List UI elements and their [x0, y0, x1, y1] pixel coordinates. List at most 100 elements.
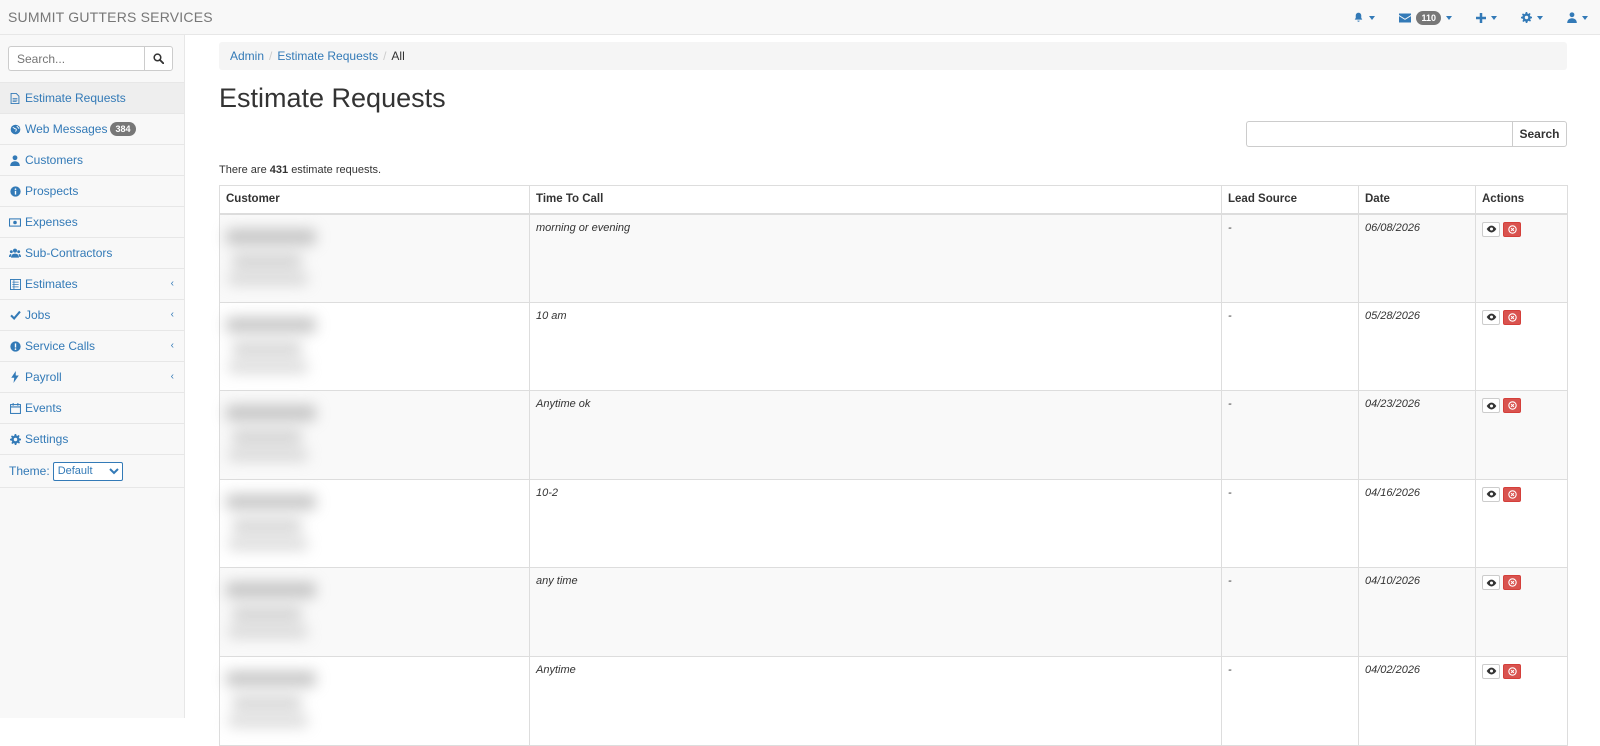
- table-search-input[interactable]: [1246, 121, 1512, 147]
- column-header-lead-source: Lead Source: [1221, 185, 1359, 215]
- settings-dropdown[interactable]: [1509, 0, 1555, 35]
- theme-selector-row: Theme: Default: [0, 455, 184, 488]
- time-to-call-cell: morning or evening: [529, 213, 1222, 303]
- lead-source-cell: -: [1221, 655, 1359, 746]
- sidebar-search-button[interactable]: [144, 46, 173, 71]
- date-cell: 04/23/2026: [1358, 390, 1476, 480]
- view-button[interactable]: [1482, 663, 1500, 679]
- sidebar-search: [8, 46, 173, 71]
- delete-button[interactable]: [1503, 486, 1521, 502]
- search-button[interactable]: Search: [1512, 121, 1567, 147]
- breadcrumb-current: All: [391, 49, 405, 63]
- time-to-call-cell: any time: [529, 567, 1222, 657]
- delete-button[interactable]: [1503, 575, 1521, 591]
- redacted-customer-info: [226, 228, 326, 285]
- breadcrumb-separator: /: [269, 49, 273, 63]
- sidebar-item-label: Customers: [25, 153, 84, 167]
- table-row: 10-2 - 04/16/2026: [219, 478, 1568, 569]
- messages-dropdown[interactable]: 110: [1387, 0, 1464, 35]
- list-icon: [9, 278, 21, 290]
- sidebar-item-settings[interactable]: Settings: [0, 424, 184, 455]
- sidebar-item-label: Expenses: [25, 215, 78, 229]
- view-button[interactable]: [1482, 575, 1500, 591]
- brand-title[interactable]: SUMMIT GUTTERS SERVICES: [8, 9, 213, 25]
- date-cell: 04/10/2026: [1358, 567, 1476, 657]
- messages-count-badge: 110: [1416, 10, 1441, 25]
- money-icon: [9, 216, 21, 228]
- sidebar-item-service-calls[interactable]: Service Calls ‹: [0, 331, 184, 362]
- sidebar-item-customers[interactable]: Customers: [0, 145, 184, 176]
- lead-source-cell: -: [1221, 478, 1359, 569]
- theme-select[interactable]: Default: [52, 461, 123, 481]
- sidebar-item-expenses[interactable]: Expenses: [0, 207, 184, 238]
- date-cell: 05/28/2026: [1358, 301, 1476, 392]
- user-icon: [9, 154, 21, 166]
- delete-button[interactable]: [1503, 398, 1521, 414]
- lead-source-cell: -: [1221, 567, 1359, 657]
- customer-cell: [219, 567, 530, 657]
- sidebar-item-label: Payroll: [25, 370, 62, 384]
- breadcrumb-estimate-requests[interactable]: Estimate Requests: [277, 49, 378, 63]
- view-button[interactable]: [1482, 309, 1500, 325]
- table-row: morning or evening - 06/08/2026: [219, 213, 1568, 303]
- sidebar-item-events[interactable]: Events: [0, 393, 184, 424]
- chevron-left-icon: ‹: [170, 278, 174, 289]
- search-icon: [153, 53, 164, 64]
- eye-icon: [1486, 402, 1496, 410]
- remove-circle-icon: [1507, 490, 1517, 499]
- time-to-call-cell: Anytime: [529, 655, 1222, 746]
- eye-icon: [1486, 668, 1496, 675]
- actions-cell: [1475, 478, 1568, 569]
- chevron-down-icon: [1582, 15, 1588, 20]
- eye-icon: [1486, 313, 1496, 321]
- theme-label: Theme:: [9, 464, 50, 478]
- count-value: 431: [269, 164, 289, 176]
- table-row: Anytime ok - 04/23/2026: [219, 390, 1568, 480]
- breadcrumb-admin[interactable]: Admin: [230, 49, 264, 63]
- lead-source-cell: -: [1221, 390, 1359, 480]
- sidebar-item-sub-contractors[interactable]: Sub-Contractors: [0, 238, 184, 269]
- column-header-date: Date: [1358, 185, 1476, 215]
- column-header-actions: Actions: [1475, 185, 1568, 215]
- notifications-dropdown[interactable]: [1341, 0, 1387, 35]
- file-icon: [9, 92, 21, 104]
- eye-icon: [1486, 579, 1496, 587]
- delete-button[interactable]: [1503, 663, 1521, 679]
- table-row: Anytime - 04/02/2026: [219, 655, 1568, 746]
- sidebar: Estimate Requests Web Messages 384 Custo…: [0, 35, 185, 718]
- redacted-customer-info: [226, 493, 326, 550]
- customer-cell: [219, 301, 530, 392]
- envelope-icon: [1399, 13, 1412, 22]
- actions-cell: [1475, 301, 1568, 392]
- redacted-customer-info: [226, 582, 326, 639]
- gear-icon: [9, 433, 21, 445]
- sidebar-item-payroll[interactable]: Payroll ‹: [0, 362, 184, 393]
- breadcrumb-separator: /: [383, 49, 387, 63]
- view-button[interactable]: [1482, 486, 1500, 502]
- time-to-call-cell: 10 am: [529, 301, 1222, 392]
- sidebar-item-jobs[interactable]: Jobs ‹: [0, 300, 184, 331]
- customer-cell: [219, 655, 530, 746]
- user-dropdown[interactable]: [1555, 0, 1600, 35]
- remove-circle-icon: [1507, 312, 1517, 322]
- chevron-left-icon: ‹: [170, 340, 174, 351]
- view-button[interactable]: [1482, 221, 1500, 237]
- customer-cell: [219, 213, 530, 303]
- view-button[interactable]: [1482, 398, 1500, 414]
- sidebar-item-estimates[interactable]: Estimates ‹: [0, 269, 184, 300]
- actions-cell: [1475, 213, 1568, 303]
- navbar-right: 110: [1341, 0, 1600, 35]
- bolt-icon: [9, 371, 21, 383]
- chevron-down-icon: [1446, 15, 1452, 20]
- add-new-dropdown[interactable]: [1464, 0, 1509, 35]
- sidebar-item-estimate-requests[interactable]: Estimate Requests: [0, 83, 184, 114]
- delete-button[interactable]: [1503, 309, 1521, 325]
- date-cell: 06/08/2026: [1358, 213, 1476, 303]
- chevron-down-icon: [1369, 15, 1376, 20]
- sidebar-item-prospects[interactable]: Prospects: [0, 176, 184, 207]
- delete-button[interactable]: [1503, 221, 1521, 237]
- breadcrumb: Admin / Estimate Requests / All: [219, 42, 1567, 70]
- sidebar-item-web-messages[interactable]: Web Messages 384: [0, 114, 184, 145]
- sidebar-search-input[interactable]: [8, 46, 144, 71]
- eye-icon: [1486, 490, 1496, 498]
